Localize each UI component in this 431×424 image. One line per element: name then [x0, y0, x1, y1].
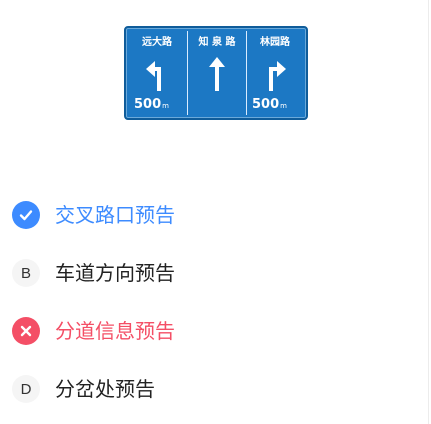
option-letter: B [12, 259, 40, 287]
option-letter: D [12, 375, 40, 403]
option-label: 分道信息预告 [55, 319, 175, 343]
sign-road-name: 远大路 [142, 37, 172, 48]
turn-right-arrow-icon [269, 61, 286, 91]
sign-distance-unit: m [162, 102, 169, 110]
option-c[interactable]: 分道信息预告 [12, 314, 232, 348]
turn-left-arrow-icon [146, 61, 161, 91]
sign-distance-value: 500 [134, 97, 162, 112]
option-b[interactable]: B 车道方向预告 [12, 256, 232, 290]
option-label: 交叉路口预告 [55, 203, 175, 227]
option-label: 车道方向预告 [55, 261, 175, 285]
sign-distance: 500m [134, 97, 169, 112]
sign-road-name: 知 泉 路 [198, 37, 236, 48]
road-sign-image: 远大路 500m 知 泉 路 林园路 500m [124, 26, 308, 120]
option-label: 分岔处预告 [55, 377, 155, 401]
check-icon [12, 201, 40, 229]
straight-arrow-icon [209, 57, 225, 91]
sign-distance: 500m [252, 97, 287, 112]
cross-icon [12, 317, 40, 345]
sign-column-left: 远大路 500m [128, 31, 186, 115]
panel-divider [428, 0, 429, 424]
sign-distance-value: 500 [252, 97, 280, 112]
option-d[interactable]: D 分岔处预告 [12, 372, 232, 406]
sign-road-name: 林园路 [260, 37, 290, 48]
option-a[interactable]: 交叉路口预告 [12, 198, 232, 232]
sign-column-right: 林园路 500m [246, 31, 304, 115]
sign-distance-unit: m [280, 102, 287, 110]
sign-column-middle: 知 泉 路 [187, 31, 247, 115]
